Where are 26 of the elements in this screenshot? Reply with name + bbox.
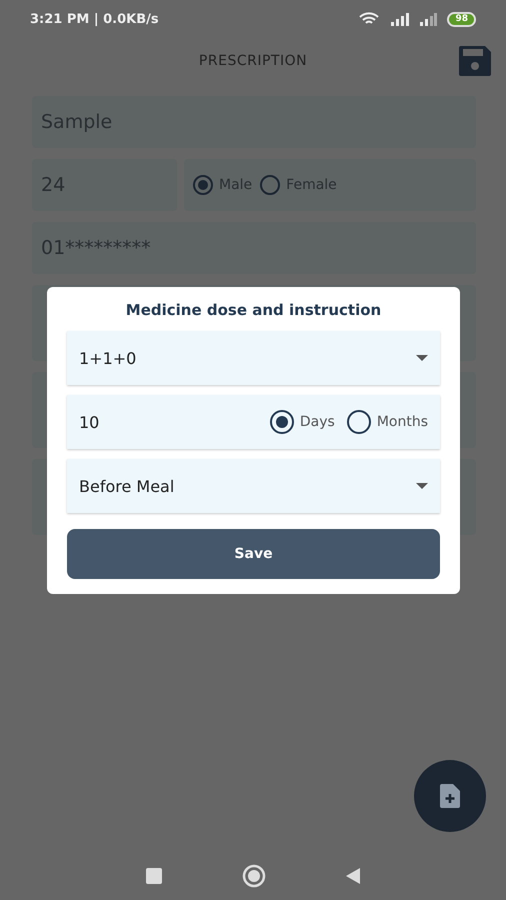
radio-button[interactable] — [270, 410, 294, 434]
status-time: 3:21 PM | 0.0KB/s — [30, 12, 159, 26]
add-file-icon — [440, 784, 460, 808]
radio-button[interactable] — [260, 175, 280, 195]
screen-title: PRESCRIPTION — [198, 53, 308, 69]
duration-field[interactable]: 10 Days Months — [67, 395, 440, 449]
radio-label: Months — [376, 414, 428, 430]
dropdown-value: 1+1+0 — [79, 348, 136, 368]
dialog-title: Medicine dose and instruction — [124, 301, 382, 319]
save-button[interactable]: Save — [67, 529, 440, 579]
caret-icon — [416, 355, 428, 361]
duration-value: 10 — [79, 412, 100, 432]
signal-icon — [419, 12, 438, 26]
radio-label: Days — [300, 414, 335, 430]
instruction-dropdown[interactable]: Before Meal — [67, 459, 440, 513]
signal-icon — [389, 12, 410, 26]
caret-icon — [416, 483, 428, 489]
radio-button[interactable] — [193, 175, 213, 195]
battery-icon: 98 — [447, 12, 476, 26]
home-icon[interactable] — [242, 864, 266, 888]
dropdown-value: Before Meal — [79, 476, 174, 496]
dose-dropdown[interactable]: 1+1+0 — [67, 331, 440, 385]
radio-button[interactable] — [346, 410, 371, 434]
back-icon[interactable] — [346, 868, 360, 884]
save-icon[interactable] — [459, 46, 491, 76]
wifi-icon — [359, 12, 380, 26]
